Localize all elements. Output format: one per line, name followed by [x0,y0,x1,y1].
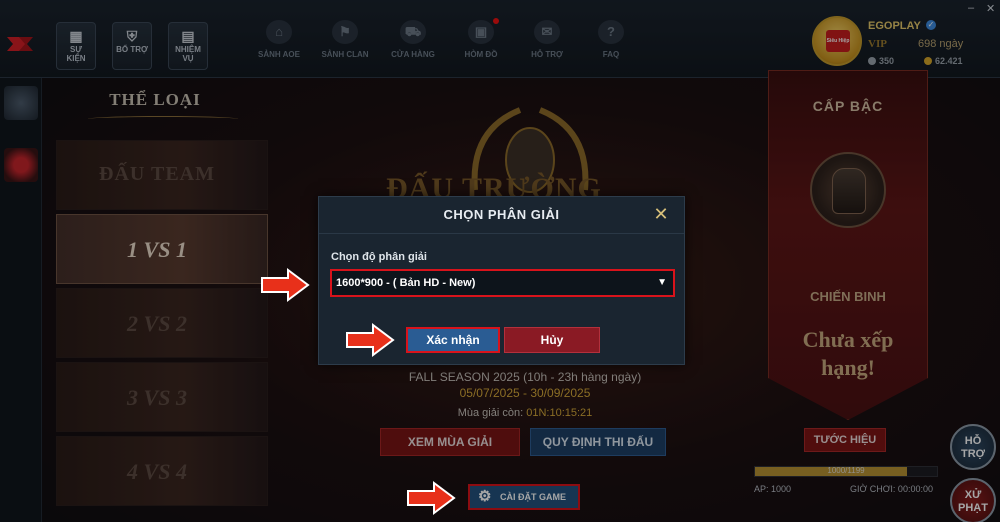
dialog-title: CHỌN PHÂN GIẢI [443,207,560,222]
chevron-down-icon: ▼ [657,277,667,288]
resolution-label: Chọn độ phân giải [331,251,427,263]
arrow-pointer-icon [346,323,395,357]
arrow-pointer-icon [407,481,456,515]
close-icon[interactable]: ✕ [652,205,670,223]
cancel-button[interactable]: Hủy [504,327,600,353]
resolution-select[interactable]: 1600*900 - ( Bản HD - New) ▼ [330,269,675,297]
confirm-button[interactable]: Xác nhận [406,327,500,353]
arrow-pointer-icon [261,268,310,302]
game-launcher-window: ▦ SỰ KIỆN ⛨ BỔ TRỢ ▤ NHIỆM VỤ ⌂ SẢNH AOE… [0,0,1000,522]
dialog-divider [319,233,684,234]
